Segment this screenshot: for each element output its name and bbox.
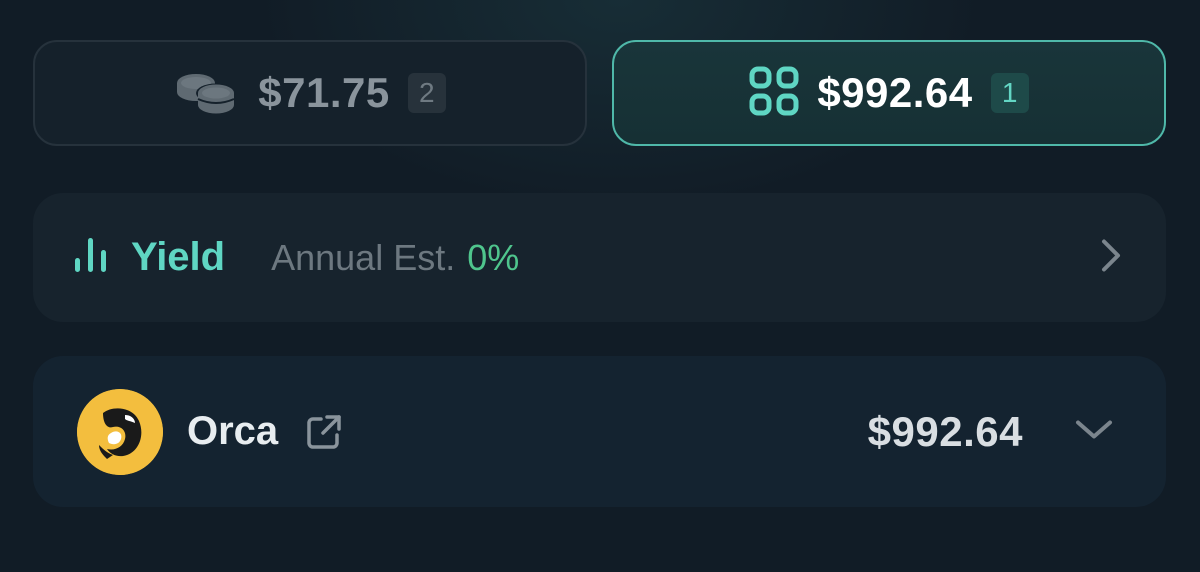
protocol-name: Orca [187, 409, 279, 453]
yield-row[interactable]: Yield Annual Est. 0% [33, 193, 1166, 322]
external-link-icon[interactable] [306, 414, 342, 450]
portfolio-panel: $71.75 2 $992.64 1 Yield Annual Est. 0% [0, 0, 1200, 572]
grid-icon [749, 66, 799, 121]
yield-title: Yield [131, 235, 226, 279]
tokens-total: $71.75 [258, 69, 390, 116]
chevron-down-icon[interactable] [1074, 417, 1114, 446]
annual-estimate-value: 0% [467, 236, 520, 278]
bar-chart-icon [73, 236, 109, 279]
position-value: $992.64 [867, 407, 1023, 455]
tab-tokens[interactable]: $71.75 2 [33, 40, 587, 146]
defi-count-badge: 1 [990, 73, 1029, 113]
position-row[interactable]: Orca $992.64 [33, 356, 1166, 507]
coins-icon [174, 67, 240, 120]
chevron-right-icon [1100, 237, 1122, 278]
annual-estimate-label: Annual Est. [271, 236, 456, 278]
orca-logo [77, 388, 163, 475]
defi-total: $992.64 [817, 69, 973, 116]
tokens-count-badge: 2 [407, 73, 446, 113]
tab-defi[interactable]: $992.64 1 [612, 40, 1166, 146]
